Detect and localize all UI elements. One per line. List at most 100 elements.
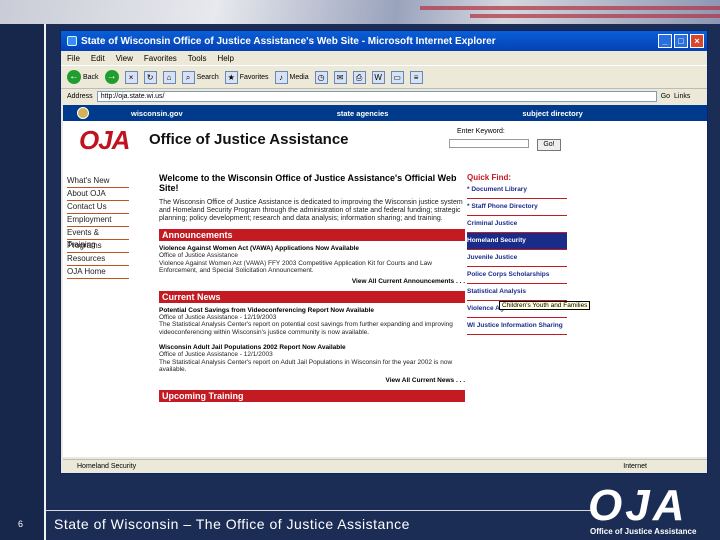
flag-stripe	[470, 14, 720, 18]
status-bar: Homeland Security Internet	[63, 459, 707, 473]
mail-icon[interactable]: ✉	[333, 70, 347, 84]
oja-logo-text: OJA	[588, 481, 688, 530]
news-item-title[interactable]: Wisconsin Adult Jail Populations 2002 Re…	[159, 344, 465, 351]
welcome-text: The Wisconsin Office of Justice Assistan…	[159, 199, 463, 222]
view-all-news-link[interactable]: View All Current News . . .	[159, 377, 465, 384]
nav-wisconsin-gov[interactable]: wisconsin.gov	[131, 109, 183, 118]
menu-tools[interactable]: Tools	[188, 54, 207, 63]
left-nav-item[interactable]: Programs	[67, 240, 129, 253]
quick-find-item[interactable]: * Document Library	[467, 182, 567, 199]
menu-favorites[interactable]: Favorites	[144, 54, 177, 63]
footer-divider	[46, 510, 591, 511]
forward-arrow-icon: →	[104, 70, 119, 84]
link-tooltip: Children's Youth and Families	[499, 301, 591, 310]
menu-file[interactable]: File	[67, 54, 80, 63]
back-button[interactable]: ← Back	[67, 70, 99, 84]
keyword-label: Enter Keyword:	[457, 128, 505, 135]
back-arrow-icon: ←	[67, 70, 81, 84]
left-nav-item[interactable]: Resources	[67, 253, 129, 266]
oja-logo-subtitle: Office of Justice Assistance	[590, 527, 697, 536]
announcement-source: Office of Justice Assistance	[159, 252, 238, 259]
welcome-heading: Welcome to the Wisconsin Office of Justi…	[159, 173, 457, 193]
maximize-button[interactable]: □	[674, 34, 688, 48]
edit-icon[interactable]: W	[371, 70, 385, 84]
quick-find: Quick Find: * Document Library * Staff P…	[467, 173, 567, 335]
quick-find-header: Quick Find:	[467, 173, 511, 182]
flag-stripe	[420, 6, 720, 10]
site-title: Office of Justice Assistance	[149, 131, 349, 148]
quick-find-item[interactable]: * Staff Phone Directory	[467, 199, 567, 216]
search-button[interactable]: ⌕ Search	[181, 70, 219, 84]
home-icon[interactable]: ⌂	[162, 70, 176, 84]
print-icon[interactable]: ⎙	[352, 70, 366, 84]
keyword-input[interactable]	[449, 139, 529, 148]
star-icon: ★	[224, 70, 238, 84]
keyword-go-button[interactable]: Go!	[537, 139, 561, 151]
history-icon[interactable]: ◷	[314, 70, 328, 84]
discuss-icon[interactable]: ≡	[409, 70, 423, 84]
quick-find-item[interactable]: WI Justice Information Sharing	[467, 318, 567, 335]
menu-edit[interactable]: Edit	[91, 54, 105, 63]
nav-state-agencies[interactable]: state agencies	[337, 109, 389, 118]
search-icon: ⌕	[181, 70, 195, 84]
oja-logo: OJA	[79, 125, 130, 155]
toolbar: ← Back → × ↻ ⌂ ⌕ Search ★ Favorites ♪ Media …	[61, 65, 707, 89]
nav-subject-directory[interactable]: subject directory	[522, 109, 582, 118]
status-text: Homeland Security	[77, 463, 137, 470]
main-column: Welcome to the Wisconsin Office of Justi…	[159, 173, 465, 457]
quick-find-item[interactable]: Statistical Analysis	[467, 284, 567, 301]
folder-icon[interactable]: ▭	[390, 70, 404, 84]
announcement-text: Violence Against Women Act (VAWA) FFY 20…	[159, 259, 432, 275]
ie-icon	[67, 36, 77, 46]
view-all-announcements-link[interactable]: View All Current Announcements . . .	[159, 278, 465, 285]
stop-icon[interactable]: ×	[124, 70, 138, 84]
news-item-text: The Statistical Analysis Center's report…	[159, 321, 453, 336]
quick-find-item[interactable]: Police Corps Scholarships	[467, 267, 567, 284]
minimize-button[interactable]: _	[658, 34, 672, 48]
close-button[interactable]: ×	[690, 34, 704, 48]
left-nav-item[interactable]: OJA Home	[67, 266, 129, 279]
quick-find-item[interactable]: Criminal Justice	[467, 216, 567, 233]
address-input[interactable]: http://oja.state.wi.us/	[96, 90, 657, 102]
news-item-source: Office of Justice Assistance - 12/1/2003	[159, 351, 273, 358]
media-button[interactable]: ♪ Media	[274, 70, 309, 84]
left-nav-item[interactable]: Employment	[67, 214, 129, 227]
news-item-source: Office of Justice Assistance - 12/19/200…	[159, 313, 277, 321]
refresh-icon[interactable]: ↻	[143, 70, 157, 84]
menu-bar: File Edit View Favorites Tools Help	[61, 51, 707, 65]
slide-number: 6	[18, 519, 24, 529]
news-header: Current News	[159, 290, 465, 303]
upcoming-training-header: Upcoming Training	[159, 389, 465, 402]
news-item-title[interactable]: Potential Cost Savings from Videoconfere…	[159, 307, 465, 314]
address-label: Address	[67, 92, 93, 100]
status-zone: Internet	[623, 463, 647, 470]
menu-view[interactable]: View	[116, 54, 133, 63]
slide-footer-title: State of Wisconsin – The Office of Justi…	[54, 516, 410, 532]
links-button[interactable]: Links	[674, 93, 690, 100]
left-nav-item[interactable]: What's New	[67, 175, 129, 188]
state-seal-icon	[77, 107, 89, 119]
left-nav-item[interactable]: Events & Training	[67, 227, 129, 249]
left-nav-item[interactable]: About OJA	[67, 188, 129, 201]
quick-find-item-active[interactable]: Homeland Security	[467, 233, 567, 250]
media-icon: ♪	[274, 70, 288, 84]
forward-button[interactable]: →	[104, 70, 119, 84]
news-item-text: The Statistical Analysis Center's report…	[159, 358, 453, 374]
slide-left-bar	[0, 24, 46, 540]
site-header: OJA Office of Justice Assistance Enter K…	[63, 121, 707, 161]
window-title: State of Wisconsin Office of Justice Ass…	[81, 35, 496, 47]
oja-slide-logo: OJA Office of Justice Assistance	[588, 484, 718, 538]
flag-banner	[0, 0, 720, 24]
left-nav-item[interactable]: Contact Us	[67, 201, 129, 214]
menu-help[interactable]: Help	[217, 54, 233, 63]
browser-window: State of Wisconsin Office of Justice Ass…	[60, 30, 708, 474]
announcements-header: Announcements	[159, 229, 465, 241]
left-nav: What's New About OJA Contact Us Employme…	[67, 175, 129, 279]
site-top-nav: wisconsin.gov state agencies subject dir…	[63, 105, 707, 121]
address-bar: Address http://oja.state.wi.us/ Go Links	[61, 89, 707, 103]
go-button[interactable]: Go	[661, 93, 670, 100]
favorites-button[interactable]: ★ Favorites	[224, 70, 269, 84]
quick-find-item[interactable]: Juvenile Justice	[467, 250, 567, 267]
announcement-title[interactable]: Violence Against Women Act (VAWA) Applic…	[159, 245, 465, 252]
page-content: wisconsin.gov state agencies subject dir…	[63, 105, 707, 457]
